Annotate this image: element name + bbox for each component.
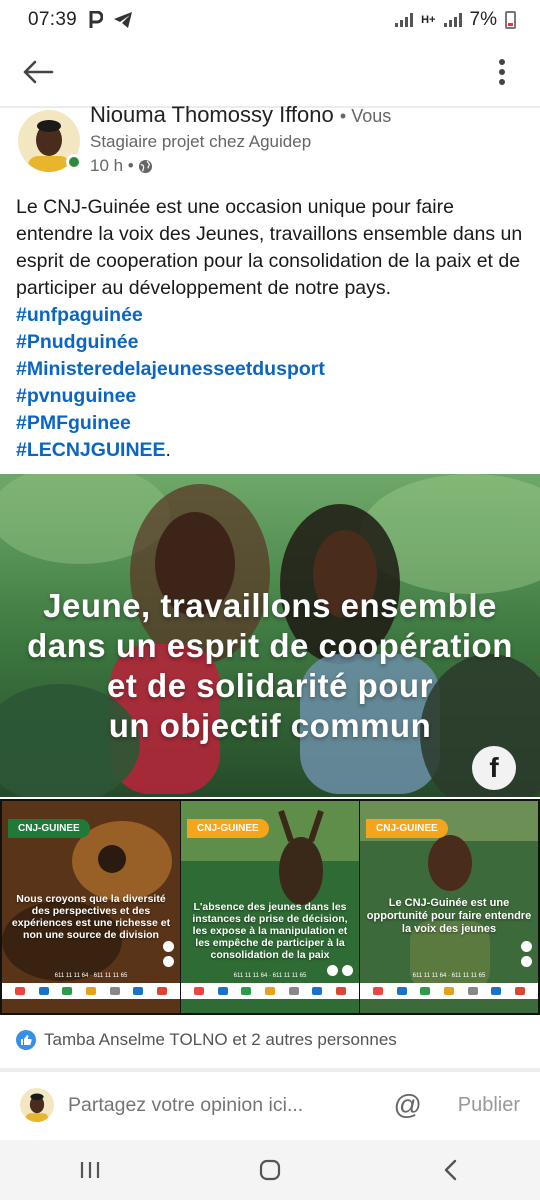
post-thumbnails: CNJ-GUINEE Nous croyons que la diversité… [0, 799, 540, 1015]
thumbnail-text: L'absence des jeunes dans les instances … [192, 901, 348, 961]
thumbnail-image[interactable]: CNJ-GUINEE L'absence des jeunes dans les… [181, 801, 359, 1013]
partner-logos [2, 983, 180, 999]
hashtag-link[interactable]: #unfpaguinée [16, 302, 526, 329]
back-button[interactable] [20, 54, 56, 90]
thumbnail-text: Nous croyons que la diversité des perspe… [11, 893, 171, 941]
caption-line: et de solidarité pour [107, 667, 433, 704]
user-avatar [20, 1088, 54, 1122]
facebook-icon: f [472, 746, 516, 790]
caption-line: Jeune, travaillons ensemble [43, 587, 497, 624]
post-text: Le CNJ-Guinée est une occasion unique po… [16, 196, 523, 299]
post-body: Le CNJ-Guinée est une occasion unique po… [16, 194, 526, 464]
caption-line: dans un esprit de coopération [27, 627, 513, 664]
status-time: 07:39 [28, 9, 78, 30]
thumbnail-image[interactable]: CNJ-GUINEE Nous croyons que la diversité… [2, 801, 180, 1013]
thumbnail-contacts: 611 11 11 64 · 611 11 11 65 [233, 973, 307, 979]
reactions-summary[interactable]: Tamba Anselme TOLNO et 2 autres personne… [16, 1030, 397, 1050]
thumbnail-contacts: 611 11 11 64 · 611 11 11 65 [54, 973, 128, 979]
avatar-photo [20, 1088, 54, 1122]
back-icon [444, 1159, 457, 1181]
back-nav-button[interactable] [420, 1150, 480, 1190]
thumbnail-tag: CNJ-GUINEE [8, 819, 90, 838]
author-relation: • Vous [339, 106, 392, 126]
arrow-left-icon [23, 60, 54, 84]
main-image-caption: Jeune, travaillons ensemble dans un espr… [0, 586, 540, 746]
author-name-row[interactable]: Niouma Thomossy Iffono • Vous [90, 102, 391, 128]
hashtag-link[interactable]: #PMFguinee [16, 410, 526, 437]
reactions-text: Tamba Anselme TOLNO et 2 autres personne… [44, 1030, 397, 1049]
signal-icon [395, 13, 414, 27]
parking-icon [89, 11, 104, 28]
home-icon [259, 1159, 281, 1181]
post-main-image[interactable]: Jeune, travaillons ensemble dans un espr… [0, 474, 540, 797]
hashtag-link[interactable]: #Ministeredelajeunesseetdusport [16, 356, 526, 383]
partner-logos [360, 983, 538, 999]
comment-bar: @ Publier [0, 1072, 540, 1138]
recent-apps-button[interactable] [60, 1150, 120, 1190]
hashtag-link[interactable]: #LECNJGUINEE [16, 439, 166, 461]
at-sign-icon[interactable]: @ [392, 1089, 424, 1121]
thumbnail-text: Le CNJ-Guinée est une opportunité pour f… [366, 897, 532, 935]
network-type: H+ [421, 13, 436, 26]
social-icons [521, 941, 532, 967]
online-status-dot [66, 154, 82, 170]
recent-apps-icon [80, 1162, 100, 1178]
trailing-punct: . [165, 439, 171, 461]
post-time: 10 h • [90, 156, 134, 175]
globe-icon [138, 159, 152, 173]
publish-button[interactable]: Publier [458, 1094, 520, 1117]
social-icons [163, 941, 174, 967]
battery-icon [505, 11, 516, 29]
telegram-icon [114, 12, 133, 28]
author-name[interactable]: Niouma Thomossy Iffono [90, 102, 334, 127]
thumbnail-image[interactable]: CNJ-GUINEE Le CNJ-Guinée est une opportu… [360, 801, 538, 1013]
battery-level: 7% [469, 9, 497, 30]
more-vert-icon [499, 59, 505, 85]
signal-icon-2 [443, 13, 462, 27]
hashtag-link[interactable]: #Pnudguinée [16, 329, 526, 356]
thumbnail-tag: CNJ-GUINEE [187, 819, 269, 838]
app-bar [0, 40, 540, 104]
home-button[interactable] [240, 1150, 300, 1190]
comment-input[interactable] [68, 1093, 330, 1117]
like-icon [16, 1030, 36, 1050]
author-avatar[interactable] [18, 110, 82, 172]
hashtag-link[interactable]: #pvnuguinee [16, 383, 526, 410]
caption-line: un objectif commun [108, 707, 432, 744]
status-bar: 07:39 H+ 7% [0, 0, 540, 40]
thumbnail-tag: CNJ-GUINEE [366, 819, 448, 838]
post-meta: 10 h • [90, 156, 153, 176]
thumbnail-contacts: 611 11 11 64 · 611 11 11 65 [412, 973, 486, 979]
post-header: Niouma Thomossy Iffono • Vous Stagiaire … [16, 100, 526, 180]
author-headline: Stagiaire projet chez Aguidep [90, 132, 312, 151]
more-options-button[interactable] [484, 54, 520, 90]
system-nav-bar [0, 1140, 540, 1200]
partner-logos [181, 983, 359, 999]
